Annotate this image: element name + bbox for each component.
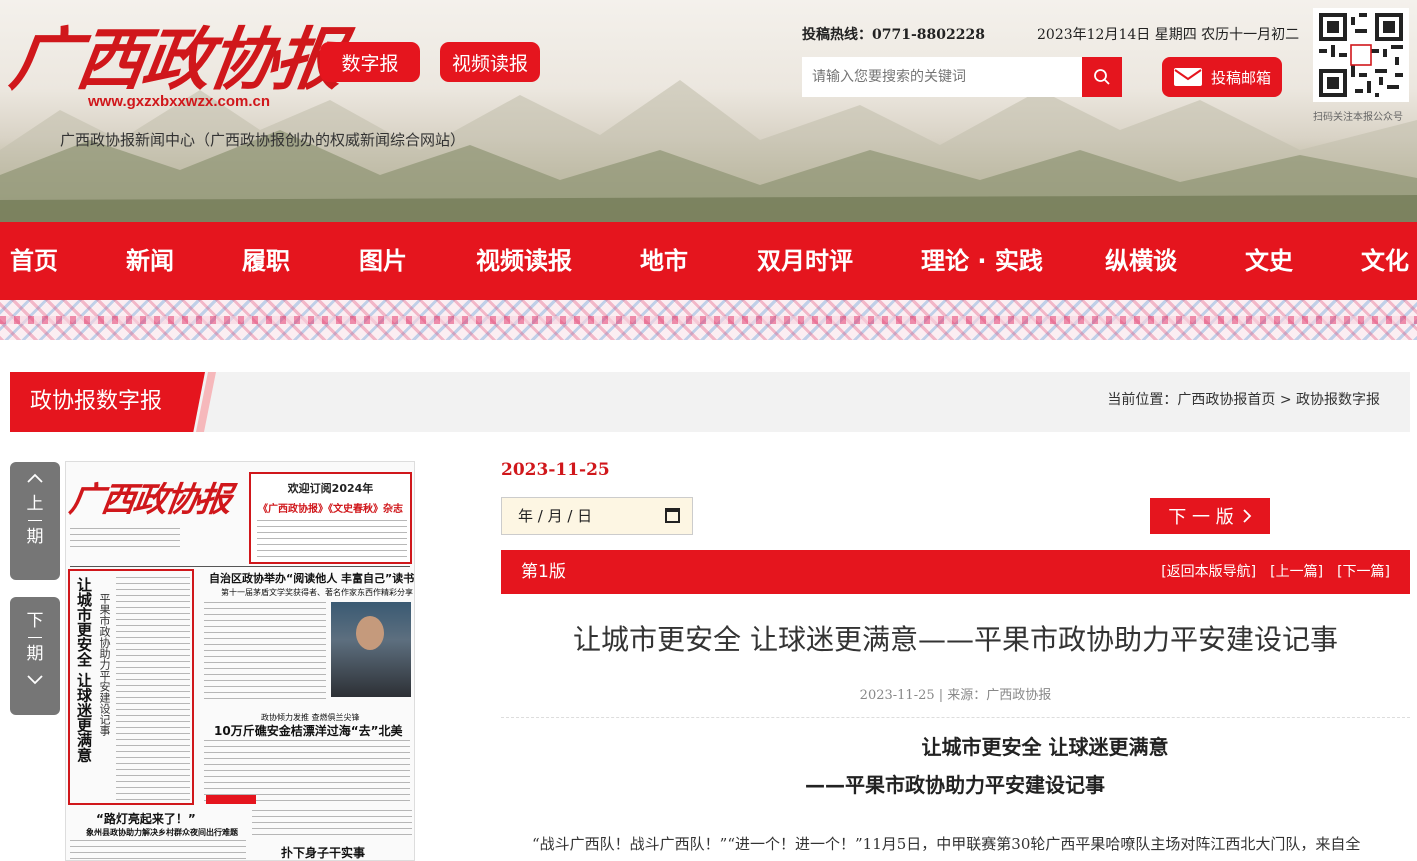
- calendar-icon[interactable]: [665, 508, 680, 523]
- nav-item-photos[interactable]: 图片: [359, 222, 407, 300]
- edition-date: 2023-11-25: [501, 460, 610, 480]
- digital-paper-button[interactable]: 数字报: [320, 42, 420, 82]
- paper-story-1-body: [204, 602, 326, 702]
- chevron-right-icon: [1243, 509, 1251, 523]
- nav-item-theory[interactable]: 理论 · 实践: [921, 222, 1043, 300]
- paper-rule: [70, 566, 410, 567]
- paper-headline-2[interactable]: 10万斤礁安金桔漂洋过海“去”北美: [214, 722, 402, 739]
- paper-lead-title: 让城市更安全 让球迷更满意: [75, 577, 93, 763]
- date-picker-input[interactable]: 年 / 月 / 日: [501, 497, 693, 535]
- video-read-button[interactable]: 视频读报: [440, 42, 540, 82]
- chevron-up-icon: [27, 473, 43, 483]
- prev-issue-char-2: 期: [26, 527, 44, 547]
- paper-lead-story[interactable]: 让城市更安全 让球迷更满意 平果市政协助力平安建设记事: [68, 569, 194, 805]
- nav-item-duty[interactable]: 履职: [242, 222, 290, 300]
- nav-item-news[interactable]: 新闻: [126, 222, 174, 300]
- main-nav: 首页 新闻 履职 图片 视频读报 地市 双月时评 理论 · 实践 纵横谈 文史 …: [0, 222, 1417, 300]
- paper-story-4-body: [252, 810, 412, 840]
- article-source: 来源：广西政协报: [947, 688, 1052, 703]
- paper-lead-subtitle: 平果市政协助力平安建设记事: [98, 593, 111, 736]
- breadcrumb: 当前位置：广西政协报首页 > 政协报数字报: [1107, 372, 1380, 432]
- article-body-paragraph: “战斗广西队！战斗广西队！”“进一个！进一个！”11月5日，中甲联赛第30轮广西…: [532, 835, 1361, 853]
- nav-item-home[interactable]: 首页: [10, 222, 58, 300]
- paper-red-label: [206, 795, 256, 804]
- breadcrumb-separator: >: [1279, 392, 1292, 408]
- site-url: www.gxzxbxxwzx.com.cn: [88, 93, 270, 110]
- paper-subscription-ad[interactable]: 欢迎订阅2024年 《广西政协报》《文史春秋》杂志: [249, 472, 412, 564]
- article-title: 让城市更安全 让球迷更满意——平果市政协助力平安建设记事: [573, 623, 1338, 656]
- paper-ad-line2: 《广西政协报》《文史春秋》杂志: [258, 504, 403, 515]
- paper-ad-text: [257, 520, 407, 558]
- back-to-edition-link[interactable]: [返回本版导航]: [1161, 550, 1256, 594]
- article-date: 2023-11-25: [859, 688, 935, 703]
- next-issue-divider: [28, 637, 42, 638]
- nav-item-culture[interactable]: 文化: [1361, 222, 1409, 300]
- paper-headline-3[interactable]: “路灯亮起来了！”: [96, 810, 196, 827]
- nav-item-discussion[interactable]: 纵横谈: [1105, 222, 1177, 300]
- mailbox-label: 投稿邮箱: [1210, 68, 1271, 87]
- search-input[interactable]: [802, 57, 1082, 97]
- nav-item-cities[interactable]: 地市: [640, 222, 688, 300]
- paper-headline-4[interactable]: 扑下身子干实事: [281, 844, 365, 860]
- qr-caption: 扫码关注本报公众号: [1313, 112, 1403, 123]
- article-heading: 让城市更安全 让球迷更满意: [921, 735, 1169, 759]
- submission-mailbox-button[interactable]: 投稿邮箱: [1162, 57, 1282, 97]
- next-edition-button[interactable]: 下 一 版: [1150, 498, 1270, 534]
- next-issue-button[interactable]: 下 期: [10, 597, 60, 715]
- search-icon: [1094, 69, 1110, 85]
- site-tagline: 广西政协报新闻中心（广西政协报创办的权威新闻综合网站）: [60, 131, 466, 149]
- paper-lead-body: [116, 577, 190, 801]
- article-subheading: ——平果市政协助力平安建设记事: [501, 769, 1409, 798]
- nav-item-history[interactable]: 文史: [1245, 222, 1293, 300]
- site-header: 广西政协报 www.gxzxbxxwzx.com.cn 广西政协报新闻中心（广西…: [0, 0, 1417, 222]
- article-meta-separator: |: [938, 688, 944, 703]
- breadcrumb-prefix: 当前位置：: [1107, 392, 1178, 408]
- next-issue-char-1: 下: [26, 611, 44, 631]
- paper-story-2-body: [204, 740, 410, 802]
- nav-item-commentary[interactable]: 双月时评: [757, 222, 853, 300]
- section-bar: 政协报数字报 当前位置：广西政协报首页 > 政协报数字报: [10, 372, 1410, 432]
- article-divider: [501, 717, 1410, 718]
- nav-item-video[interactable]: 视频读报: [476, 222, 572, 300]
- article-nav-links: [返回本版导航] [上一篇] [下一篇]: [1161, 550, 1390, 594]
- article-subheading-text: ——平果市政协助力平安建设记事: [805, 773, 1105, 797]
- paper-headline-3-sub: 象州县政协助力解决乡村群众夜间出行难题: [86, 828, 238, 837]
- next-edition-label: 下 一 版: [1168, 507, 1234, 528]
- site-logo[interactable]: 广西政协报: [5, 4, 349, 103]
- paper-masthead: 广西政协报: [66, 480, 233, 520]
- edition-version: 第1版: [521, 562, 566, 582]
- envelope-icon: [1173, 68, 1202, 86]
- current-date: 2023年12月14日 星期四 农历十一月初二: [1037, 27, 1300, 43]
- paper-photo: [331, 602, 411, 697]
- submission-hotline: 投稿热线：0771-8802228: [802, 27, 985, 43]
- wechat-qr-code: [1313, 8, 1409, 102]
- article-meta: 2023-11-25 | 来源：广西政协报: [501, 684, 1410, 703]
- date-picker-text: 年 / 月 / 日: [518, 507, 593, 525]
- search-button[interactable]: [1082, 57, 1122, 97]
- newspaper-page-thumbnail[interactable]: 广西政协报 欢迎订阅2024年 《广西政协报》《文史春秋》杂志 让城市更安全 让…: [65, 461, 415, 861]
- paper-headline-1[interactable]: 自治区政协举办“阅读他人 丰富自己”读书分享会: [209, 570, 414, 586]
- section-title: 政协报数字报: [10, 372, 205, 432]
- breadcrumb-home-link[interactable]: 广西政协报首页: [1177, 392, 1275, 408]
- prev-issue-char-1: 上: [26, 494, 44, 514]
- qr-code-icon: [1319, 13, 1403, 97]
- next-issue-char-2: 期: [26, 644, 44, 664]
- paper-story-3-body: [70, 840, 246, 860]
- breadcrumb-current[interactable]: 政协报数字报: [1296, 392, 1380, 408]
- paper-headline-1-sub: 第十一届茅盾文学奖获得者、著名作家东西作精彩分享: [221, 588, 413, 597]
- paper-ad-line1: 欢迎订阅2024年: [287, 482, 374, 495]
- previous-article-link[interactable]: [上一篇]: [1270, 550, 1323, 594]
- next-article-link[interactable]: [下一篇]: [1337, 550, 1390, 594]
- paper-masthead-info: [70, 528, 180, 548]
- edition-bar: 第1版 [返回本版导航] [上一篇] [下一篇]: [501, 550, 1410, 594]
- previous-issue-button[interactable]: 上 期: [10, 462, 60, 580]
- decorative-pattern-strip: [0, 300, 1417, 340]
- chevron-down-icon: [27, 675, 43, 685]
- prev-issue-divider: [28, 520, 42, 521]
